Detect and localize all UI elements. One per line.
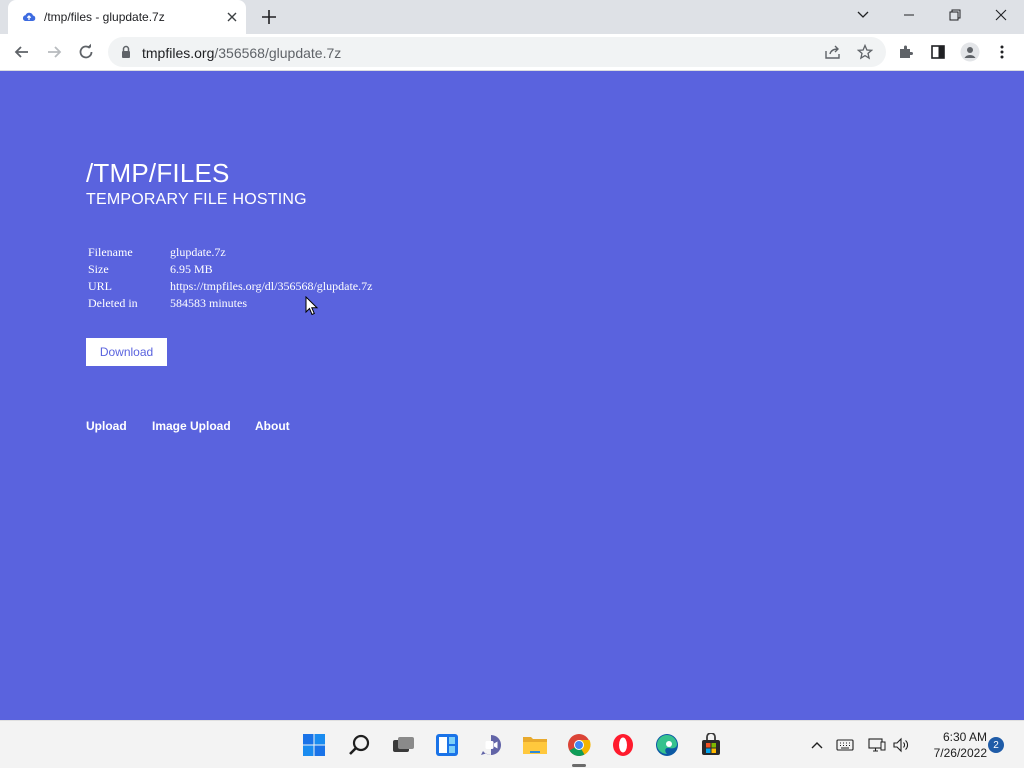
restore-button[interactable] bbox=[932, 0, 978, 30]
opera-icon bbox=[613, 734, 633, 756]
start-button[interactable] bbox=[300, 731, 328, 759]
close-tab-icon[interactable] bbox=[224, 9, 240, 25]
profile-button[interactable] bbox=[958, 40, 982, 64]
minimize-icon bbox=[904, 14, 914, 16]
share-icon[interactable] bbox=[824, 44, 842, 60]
reload-button[interactable] bbox=[74, 40, 98, 64]
table-row: Deleted in 584583 minutes bbox=[86, 295, 374, 312]
side-panel-icon bbox=[931, 45, 945, 59]
tab-bar: /tmp/files - glupdate.7z bbox=[0, 0, 1024, 34]
size-value: 6.95 MB bbox=[170, 262, 213, 276]
clock-time[interactable]: 6:30 AM bbox=[925, 730, 987, 744]
search-icon bbox=[349, 734, 370, 755]
opera-taskbar-button[interactable] bbox=[609, 731, 637, 759]
deleted-in-value: 584583 minutes bbox=[170, 296, 247, 310]
teams-chat-button[interactable] bbox=[477, 731, 505, 759]
keyboard-icon bbox=[836, 739, 854, 751]
widgets-button[interactable] bbox=[433, 731, 461, 759]
filename-value: glupdate.7z bbox=[170, 245, 226, 259]
url-text: tmpfiles.org/356568/glupdate.7z bbox=[142, 45, 341, 61]
url-label: URL bbox=[88, 279, 112, 293]
forward-button[interactable] bbox=[42, 40, 66, 64]
chrome-icon bbox=[568, 734, 591, 756]
taskbar: 6:30 AM 7/26/2022 2 bbox=[0, 720, 1024, 768]
reload-icon bbox=[79, 43, 93, 59]
side-panel-button[interactable] bbox=[926, 40, 950, 64]
active-app-indicator bbox=[572, 764, 586, 767]
nav-link-about[interactable]: About bbox=[255, 419, 290, 433]
task-view-icon bbox=[393, 737, 414, 752]
browser-toolbar: tmpfiles.org/356568/glupdate.7z bbox=[0, 34, 1024, 71]
speaker-icon bbox=[893, 737, 908, 753]
deleted-in-label: Deleted in bbox=[88, 296, 138, 310]
bookmark-star-icon[interactable] bbox=[857, 44, 873, 60]
nav-link-image-upload[interactable]: Image Upload bbox=[152, 419, 231, 433]
size-label: Size bbox=[88, 262, 109, 276]
chrome-taskbar-button[interactable] bbox=[565, 731, 593, 759]
table-row: Filename glupdate.7z bbox=[86, 244, 374, 261]
folder-icon bbox=[523, 737, 547, 754]
lock-icon[interactable] bbox=[120, 45, 132, 59]
page-title: /TMP/FILES bbox=[86, 158, 230, 188]
file-explorer-button[interactable] bbox=[521, 731, 549, 759]
tab-search-button[interactable] bbox=[840, 0, 886, 30]
table-row: URL https://tmpfiles.org/dl/356568/glupd… bbox=[86, 278, 374, 295]
mouse-pointer-icon bbox=[305, 296, 319, 316]
extensions-button[interactable] bbox=[894, 40, 918, 64]
store-bag-icon bbox=[702, 733, 720, 755]
tab-title: /tmp/files - glupdate.7z bbox=[44, 10, 165, 24]
chat-icon bbox=[481, 735, 501, 755]
clock-date[interactable]: 7/26/2022 bbox=[918, 746, 987, 760]
address-bar[interactable]: tmpfiles.org/356568/glupdate.7z bbox=[108, 37, 886, 67]
puzzle-icon bbox=[900, 45, 913, 58]
more-vertical-icon bbox=[1000, 45, 1004, 59]
chevron-down-icon bbox=[857, 11, 869, 18]
menu-button[interactable] bbox=[990, 40, 1014, 64]
network-icon bbox=[868, 738, 886, 752]
store-taskbar-button[interactable] bbox=[697, 731, 725, 759]
page-subtitle: TEMPORARY FILE HOSTING bbox=[86, 191, 307, 208]
edge-taskbar-button[interactable] bbox=[653, 731, 681, 759]
close-window-button[interactable] bbox=[978, 0, 1024, 30]
arrow-left-icon bbox=[14, 46, 28, 58]
minimize-button[interactable] bbox=[886, 0, 932, 30]
nav-link-upload[interactable]: Upload bbox=[86, 419, 127, 433]
table-row: Size 6.95 MB bbox=[86, 261, 374, 278]
back-button[interactable] bbox=[10, 40, 34, 64]
url-domain: tmpfiles.org bbox=[142, 45, 215, 61]
windows-start-icon bbox=[303, 734, 325, 756]
download-button[interactable]: Download bbox=[86, 338, 167, 366]
new-tab-icon[interactable] bbox=[260, 8, 278, 26]
notification-badge[interactable]: 2 bbox=[988, 737, 1004, 753]
chevron-up-icon bbox=[811, 742, 823, 749]
cloud-upload-icon bbox=[22, 12, 36, 21]
avatar-icon bbox=[960, 42, 980, 62]
show-hidden-icons-button[interactable] bbox=[808, 736, 826, 754]
volume-tray-button[interactable] bbox=[892, 736, 910, 754]
widgets-icon bbox=[436, 734, 458, 756]
edge-icon bbox=[656, 734, 678, 756]
url-path: /356568/glupdate.7z bbox=[214, 45, 342, 61]
taskbar-search-button[interactable] bbox=[345, 731, 373, 759]
download-url-value: https://tmpfiles.org/dl/356568/glupdate.… bbox=[170, 279, 373, 293]
restore-icon bbox=[949, 9, 961, 21]
tab-active[interactable]: /tmp/files - glupdate.7z bbox=[8, 0, 246, 34]
task-view-button[interactable] bbox=[389, 731, 417, 759]
filename-label: Filename bbox=[88, 245, 133, 259]
network-tray-button[interactable] bbox=[868, 736, 886, 754]
close-icon bbox=[995, 9, 1007, 21]
file-info-table: Filename glupdate.7z Size 6.95 MB URL ht… bbox=[86, 244, 374, 312]
keyboard-tray-button[interactable] bbox=[836, 736, 854, 754]
arrow-right-icon bbox=[48, 46, 62, 58]
